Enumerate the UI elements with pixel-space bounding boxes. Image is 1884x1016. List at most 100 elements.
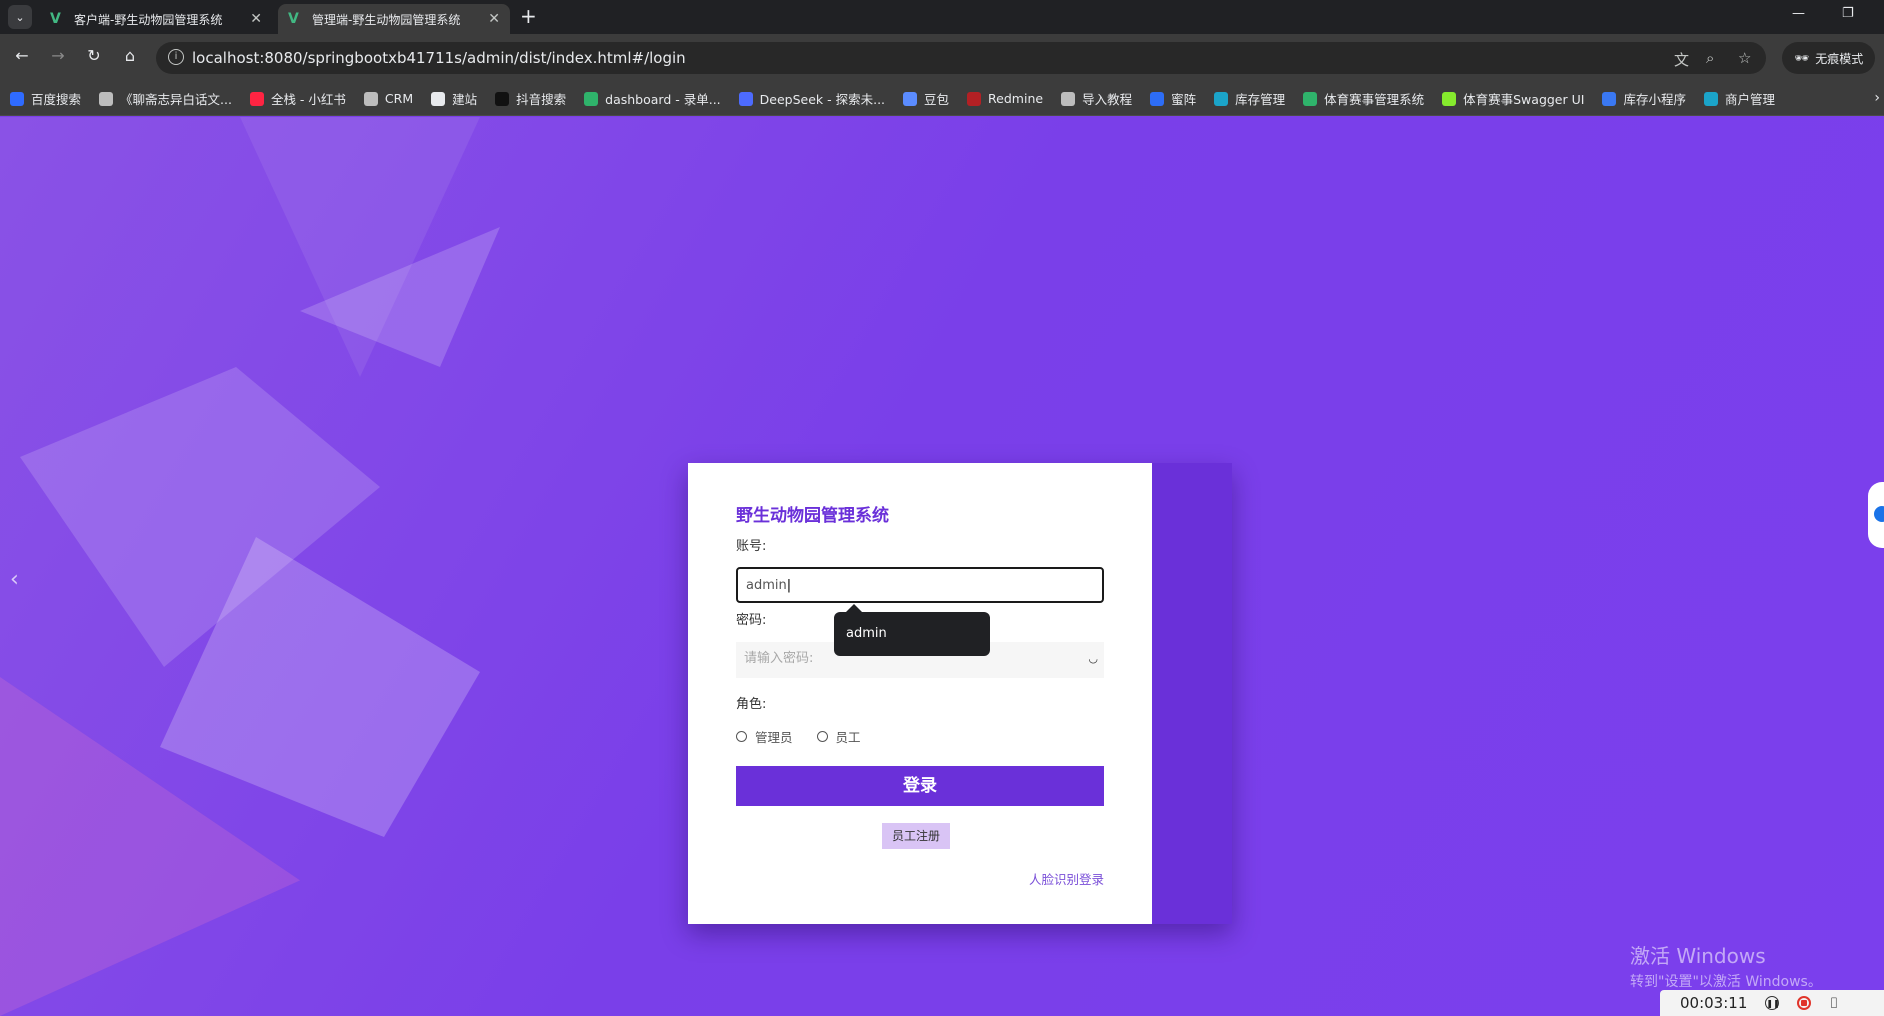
- home-icon[interactable]: ⌂: [118, 46, 142, 65]
- bookmark-label: DeepSeek - 探索未...: [759, 92, 886, 107]
- eye-closed-icon[interactable]: ◡: [1088, 642, 1098, 676]
- bookmark-label: CRM: [384, 91, 414, 106]
- close-icon[interactable]: ✕: [488, 11, 500, 27]
- bookmark-item[interactable]: 导入教程: [1061, 89, 1132, 108]
- role-radio-employee[interactable]: 员工: [816, 727, 861, 746]
- camera-icon[interactable]: ⌷: [1829, 994, 1838, 1012]
- douyin-icon: [495, 91, 510, 106]
- app-icon: [1214, 91, 1229, 106]
- bookmark-item[interactable]: 库存管理: [1214, 89, 1285, 108]
- bookmark-item[interactable]: 豆包: [903, 89, 949, 108]
- bookmark-item[interactable]: 体育赛事管理系统: [1303, 89, 1424, 108]
- autocomplete-suggestion[interactable]: admin: [834, 604, 990, 656]
- url-text: localhost:8080/springbootxb41711s/admin/…: [192, 49, 686, 67]
- bookmark-item[interactable]: 体育赛事Swagger UI: [1442, 89, 1584, 108]
- account-label: 账号:: [736, 539, 767, 554]
- triangle-icon: [1602, 91, 1617, 106]
- bookmark-item[interactable]: 全栈 - 小红书: [249, 89, 346, 108]
- incognito-label: 无痕模式: [1815, 51, 1864, 66]
- new-tab-button[interactable]: +: [520, 4, 537, 28]
- globe-icon: [1061, 91, 1076, 106]
- role-radio-admin[interactable]: 管理员: [736, 727, 793, 746]
- bookmarks-bar: 百度搜索 《聊斋志异白话文... 全栈 - 小红书 CRM 建站 抖音搜索 dashboar…: [0, 82, 1884, 116]
- leaf-icon: [1303, 91, 1318, 106]
- login-card: 野生动物园管理系统 账号: admin| 密码: 请输入密码: ◡ admin …: [688, 463, 1232, 924]
- app-icon: [1703, 91, 1718, 106]
- screen-recorder-bar: 00:03:11 ❚❚ ⌷: [1660, 990, 1884, 1016]
- vue-icon: V: [50, 11, 61, 27]
- browser-toolbar: ← → ↻ ⌂ i localhost:8080/springbootxb417…: [0, 34, 1884, 82]
- side-widget[interactable]: [1868, 482, 1884, 548]
- bookmark-item[interactable]: 库存小程序: [1602, 89, 1686, 108]
- bookmark-item[interactable]: 建站: [431, 89, 477, 108]
- account-input[interactable]: admin|: [736, 567, 1104, 603]
- bookmark-item[interactable]: 抖音搜索: [495, 89, 566, 108]
- watermark-subtitle: 转到"设置"以激活 Windows。: [1630, 974, 1822, 990]
- login-button[interactable]: 登录: [736, 766, 1104, 806]
- close-icon[interactable]: ✕: [250, 11, 262, 27]
- zoom-icon[interactable]: ⌕: [1706, 49, 1714, 67]
- windows-activation-watermark: 激活 Windows 转到"设置"以激活 Windows。: [1630, 940, 1822, 991]
- swagger-icon: [1442, 91, 1457, 106]
- site-info-icon[interactable]: i: [168, 49, 184, 65]
- bookmark-item[interactable]: 商户管理: [1703, 89, 1775, 108]
- minimize-icon[interactable]: —: [1792, 6, 1805, 21]
- login-page: ‹ 野生动物园管理系统 账号: admin| 密码: 请输入密码: ◡ admi…: [0, 117, 1884, 1016]
- bookmark-item[interactable]: 《聊斋志异白话文...: [99, 89, 232, 108]
- incognito-icon: 🕶: [1794, 51, 1810, 65]
- back-icon[interactable]: ←: [10, 46, 34, 65]
- vue-icon: V: [288, 11, 299, 27]
- bookmark-item[interactable]: CRM: [363, 91, 414, 106]
- shield-icon: [1150, 91, 1165, 106]
- bookmark-item[interactable]: Redmine: [967, 91, 1043, 106]
- bookmark-item[interactable]: 百度搜索: [10, 89, 81, 108]
- bookmark-label: 蜜阵: [1171, 92, 1197, 107]
- watermark-title: 激活 Windows: [1630, 944, 1766, 968]
- text-cursor: |: [786, 578, 792, 593]
- restore-icon[interactable]: ❐: [1842, 6, 1854, 21]
- tab-search-button[interactable]: ⌄: [8, 5, 32, 29]
- face-login-link[interactable]: 人脸识别登录: [1029, 869, 1104, 888]
- bookmark-label: 豆包: [924, 92, 950, 107]
- role-label: 角色:: [736, 697, 767, 712]
- doubao-icon: [903, 91, 918, 106]
- role-radio-group: 管理员 员工: [736, 727, 861, 746]
- bookmark-item[interactable]: DeepSeek - 探索未...: [738, 89, 886, 108]
- bookmark-label: 体育赛事管理系统: [1324, 92, 1425, 107]
- card-side-panel: [1152, 463, 1232, 924]
- xiaohongshu-icon: [249, 91, 264, 106]
- role-option-label: 管理员: [755, 730, 793, 745]
- chevron-left-icon[interactable]: ‹: [10, 567, 19, 592]
- globe-icon: [99, 91, 114, 106]
- password-label: 密码:: [736, 613, 767, 628]
- bookmark-label: 百度搜索: [31, 92, 82, 107]
- bookmark-label: 《聊斋志异白话文...: [120, 92, 232, 107]
- translate-icon[interactable]: 文: [1674, 49, 1689, 70]
- browser-tab-admin[interactable]: V 管理端-野生动物园管理系统 ✕: [278, 4, 510, 34]
- browser-tab-client[interactable]: V 客户端-野生动物园管理系统 ✕: [40, 4, 272, 34]
- bookmark-star-icon[interactable]: ☆: [1738, 49, 1751, 67]
- deepseek-icon: [738, 91, 753, 106]
- pause-icon[interactable]: ❚❚: [1765, 996, 1780, 1010]
- leaf-icon: [584, 91, 599, 106]
- stop-record-icon[interactable]: [1797, 996, 1812, 1010]
- tab-title: 管理端-野生动物园管理系统: [312, 12, 461, 27]
- bookmark-item[interactable]: dashboard - 录单...: [584, 89, 721, 108]
- tab-strip: ⌄ V 客户端-野生动物园管理系统 ✕ V 管理端-野生动物园管理系统 ✕ + …: [0, 0, 1884, 34]
- bookmark-label: 库存小程序: [1623, 92, 1686, 107]
- reload-icon[interactable]: ↻: [82, 46, 106, 65]
- employee-register-button[interactable]: 员工注册: [882, 823, 950, 849]
- radio-circle[interactable]: [816, 731, 828, 742]
- chevron-right-icon[interactable]: ›: [1874, 90, 1880, 106]
- bookmark-label: 抖音搜索: [516, 92, 567, 107]
- bookmark-label: 商户管理: [1724, 92, 1775, 107]
- forward-icon[interactable]: →: [46, 46, 70, 65]
- address-bar[interactable]: i localhost:8080/springbootxb41711s/admi…: [156, 42, 1766, 74]
- system-title: 野生动物园管理系统: [736, 506, 889, 526]
- radio-circle[interactable]: [736, 731, 747, 742]
- bookmark-label: 库存管理: [1235, 92, 1286, 107]
- bookmark-label: 体育赛事Swagger UI: [1463, 92, 1585, 107]
- incognito-indicator[interactable]: 🕶 无痕模式: [1782, 42, 1876, 74]
- bookmark-label: Redmine: [988, 91, 1044, 106]
- bookmark-item[interactable]: 蜜阵: [1150, 89, 1196, 108]
